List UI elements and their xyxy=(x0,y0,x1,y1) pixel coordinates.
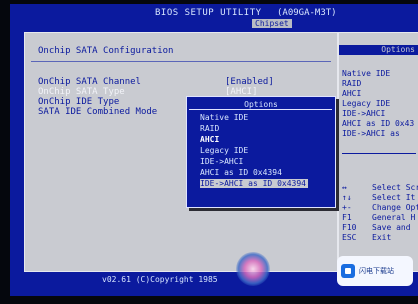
setting-onchip-sata-channel-value[interactable]: [Enabled] xyxy=(225,77,274,87)
option-ide-to-ahci-as-id[interactable]: IDE->AHCI as ID 0x4394 xyxy=(200,179,308,188)
plus-minus-key: +- xyxy=(342,203,352,212)
watermark-logo-icon xyxy=(341,264,355,278)
help-option: AHCI as ID 0x43 xyxy=(342,119,415,128)
key-hint-label: General H xyxy=(372,213,416,222)
option-raid[interactable]: RAID xyxy=(200,124,219,133)
key-hint-label: Select Scr xyxy=(372,183,418,192)
site-watermark: 闪电下载站 xyxy=(337,256,413,286)
help-divider xyxy=(342,153,416,154)
f1-key: F1 xyxy=(342,213,352,222)
setting-onchip-sata-channel[interactable]: OnChip SATA Channel xyxy=(38,77,141,87)
option-ahci[interactable]: AHCI xyxy=(200,135,219,144)
section-title: Onchip SATA Configuration xyxy=(38,46,174,56)
bios-header: BIOS SETUP UTILITY (A09GA-M3T) Chipset xyxy=(10,4,418,28)
screen-glare xyxy=(236,252,270,286)
tab-chipset[interactable]: Chipset xyxy=(252,19,292,28)
popup-title: Options xyxy=(244,100,278,109)
help-option: RAID xyxy=(342,79,362,88)
key-hint-label: Exit xyxy=(372,233,392,242)
board-model: (A09GA-M3T) xyxy=(277,8,337,18)
option-legacy-ide[interactable]: Legacy IDE xyxy=(200,146,248,155)
setting-onchip-ide-type[interactable]: OnChip IDE Type xyxy=(38,97,119,107)
bios-title: BIOS SETUP UTILITY xyxy=(155,8,262,18)
popup-divider xyxy=(189,109,332,110)
option-native-ide[interactable]: Native IDE xyxy=(200,113,248,122)
esc-key: ESC xyxy=(342,233,357,242)
setting-onchip-sata-type[interactable]: OnChip SATA Type xyxy=(38,87,125,97)
help-title: Options xyxy=(339,45,418,55)
help-option: Native IDE xyxy=(342,69,391,78)
help-option: IDE->AHCI xyxy=(342,109,386,118)
bios-screen: BIOS SETUP UTILITY (A09GA-M3T) Chipset O… xyxy=(10,4,418,296)
setting-sata-ide-combined-mode[interactable]: SATA IDE Combined Mode xyxy=(38,107,157,117)
key-hint-label: Change Opt xyxy=(372,203,418,212)
option-ide-to-ahci[interactable]: IDE->AHCI xyxy=(200,157,243,166)
arrow-left-right-icon: ↔ xyxy=(342,183,347,192)
help-option: IDE->AHCI as xyxy=(342,129,400,138)
f10-key: F10 xyxy=(342,223,357,232)
help-panel: Options Native IDE RAID AHCI Legacy IDE … xyxy=(338,32,418,272)
section-divider xyxy=(31,61,331,62)
arrow-up-down-icon: ↑↓ xyxy=(342,193,352,202)
copyright-footer: v02.61 (C)Copyright 1985 xyxy=(102,275,218,284)
help-option: AHCI xyxy=(342,89,362,98)
key-hint-label: Select It xyxy=(372,193,416,202)
option-ahci-as-id[interactable]: AHCI as ID 0x4394 xyxy=(200,168,282,177)
help-option: Legacy IDE xyxy=(342,99,391,108)
options-popup: Options Native IDE RAID AHCI Legacy IDE … xyxy=(186,96,336,208)
watermark-text: 闪电下载站 xyxy=(359,267,394,275)
key-hint-label: Save and xyxy=(372,223,411,232)
